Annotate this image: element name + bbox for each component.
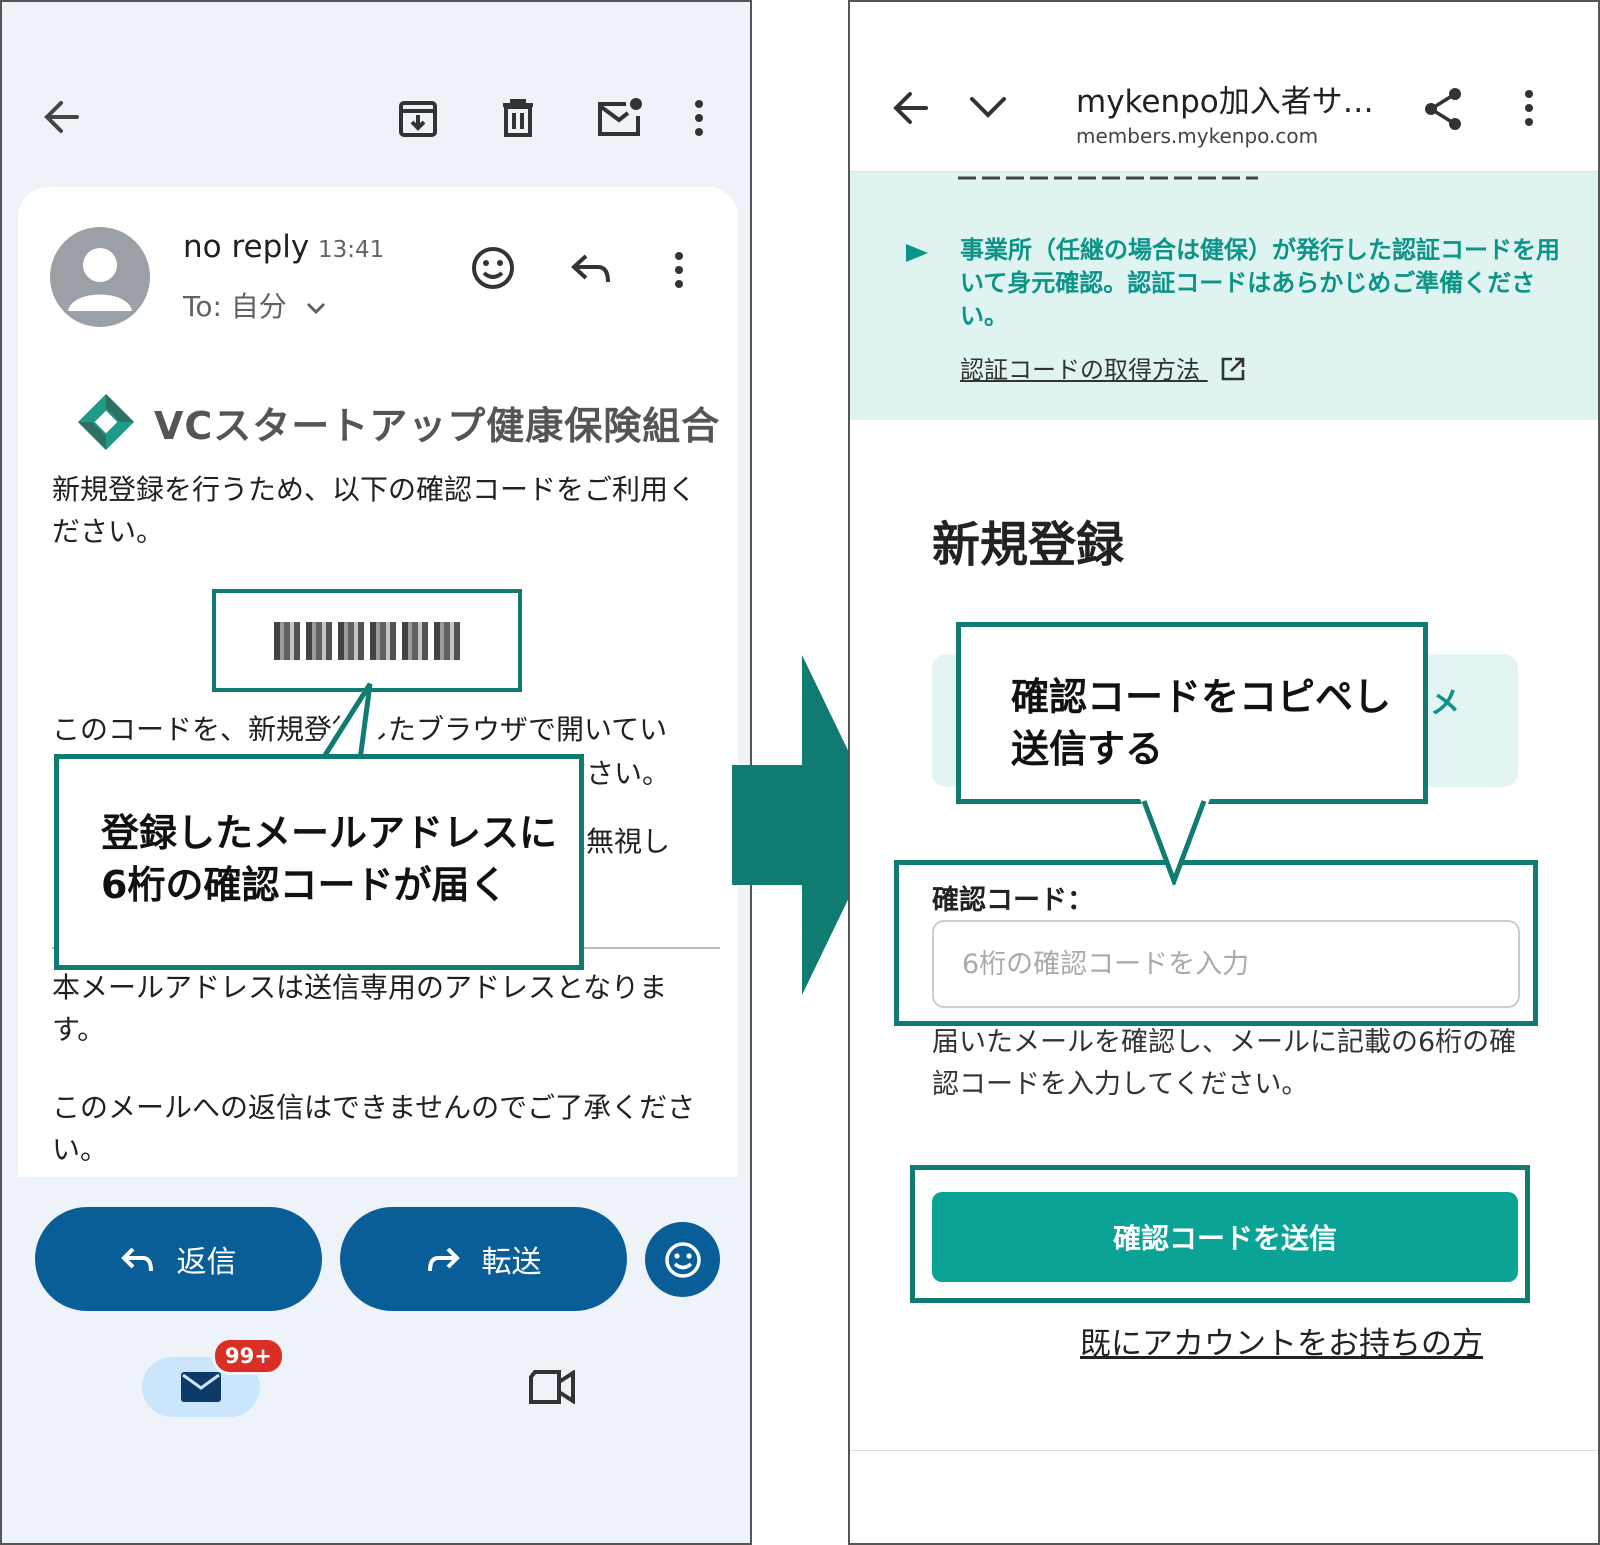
callout-pointer (1140, 799, 1210, 885)
back-arrow-icon[interactable] (886, 86, 934, 130)
email-intro-text: 新規登録を行うため、以下の確認コードをご利用ください。 (52, 473, 697, 548)
submit-code-button[interactable]: 確認コードを送信 (932, 1192, 1518, 1282)
info-panel: 事業所（任継の場合は健保）が発行した認証コードを用いて身元確認。認証コードはあら… (850, 172, 1598, 420)
bullet-triangle-icon (906, 244, 928, 262)
blurred-code (274, 621, 460, 660)
callout-line: 送信する (1011, 727, 1164, 771)
verification-help-text: 届いたメールを確認し、メールに記載の6桁の確認コードを入力してください。 (932, 1027, 1517, 1100)
callout-copy-paste-send: 確認コードをコピペし 送信する (956, 622, 1428, 804)
callout-line: 登録したメールアドレスに (101, 811, 558, 855)
avatar (50, 227, 150, 327)
sender-name: no reply (183, 229, 310, 265)
forward-button[interactable]: 転送 (340, 1207, 627, 1311)
archive-icon[interactable] (392, 92, 444, 144)
forward-label: 転送 (481, 1245, 542, 1280)
info-text: 事業所（任継の場合は健保）が発行した認証コードを用いて身元確認。認証コードはあら… (960, 236, 1560, 330)
callout-pointer (302, 682, 382, 762)
existing-account-link[interactable]: 既にアカウントをお持ちの方 (1080, 1318, 1483, 1363)
email-notice-sender-only: 本メールアドレスは送信専用のアドレスとなります。 (52, 971, 668, 1046)
browser-page-title: mykenpo加入者サ… (1076, 84, 1374, 120)
page-title: 新規登録 (932, 517, 1125, 573)
verification-code-box (212, 589, 522, 692)
mark-unread-icon[interactable] (592, 90, 648, 146)
email-notice-no-reply: このメールへの返信はできませんのでご了承ください。 (52, 1091, 696, 1166)
callout-line: 6桁の確認コードが届く (101, 863, 508, 907)
recipient-line[interactable]: To: 自分 (183, 285, 326, 325)
chip-mark: メ (1430, 686, 1460, 721)
org-logo-icon (78, 394, 134, 450)
forward-icon (427, 1247, 460, 1272)
share-icon[interactable] (1418, 84, 1468, 134)
unread-count-badge: 99+ (212, 1337, 285, 1375)
auth-code-help-link[interactable]: 認証コードの取得方法 (960, 350, 1246, 385)
chevron-down-icon[interactable] (964, 86, 1012, 130)
mail-icon (181, 1372, 221, 1402)
email-app-screen: no reply 13:41 To: 自分 VCスタートアップ健康保険組合 新規… (0, 0, 752, 1545)
cutoff-link-text (958, 176, 1258, 180)
browser-url[interactable]: members.mykenpo.com (1076, 124, 1318, 148)
org-name: VCスタートアップ健康保険組合 (154, 403, 721, 448)
more-vert-icon[interactable] (684, 92, 714, 144)
video-camera-icon (529, 1370, 575, 1404)
auth-code-help-link-label: 認証コードの取得方法 (960, 356, 1200, 384)
bottom-nav (2, 1327, 750, 1427)
browser-screen: 事業所（任継の場合は健保）が発行した認証コードを用いて身元確認。認証コードはあら… (848, 0, 1600, 1545)
reply-icon[interactable] (566, 245, 616, 291)
emoji-react-icon[interactable] (468, 243, 518, 293)
chevron-down-icon (306, 302, 325, 315)
nav-meet-tab[interactable] (527, 1367, 577, 1407)
message-time: 13:41 (318, 237, 385, 263)
reply-button[interactable]: 返信 (35, 1207, 322, 1311)
more-vert-icon[interactable] (1514, 86, 1544, 130)
callout-line: 確認コードをコピペし (1011, 675, 1392, 719)
reply-icon (120, 1247, 153, 1272)
org-logo-row: VCスタートアップ健康保険組合 (76, 392, 720, 452)
input-highlight-frame (894, 860, 1538, 1026)
reply-label: 返信 (176, 1245, 237, 1280)
emoji-reply-button[interactable] (645, 1222, 720, 1297)
browser-toolbar: mykenpo加入者サ… members.mykenpo.com (850, 2, 1598, 172)
email-bottom-bar: 返信 転送 99+ (2, 1177, 750, 1543)
callout-email-code-arrives: 登録したメールアドレスに 6桁の確認コードが届く (54, 754, 584, 970)
back-arrow-icon[interactable] (36, 92, 86, 142)
delete-icon[interactable] (492, 92, 544, 144)
divider (850, 1450, 1598, 1451)
external-link-icon (1221, 357, 1244, 381)
email-toolbar (2, 82, 750, 152)
emoji-icon (664, 1241, 701, 1278)
recipient-label: To: 自分 (183, 290, 287, 323)
message-more-icon[interactable] (664, 245, 694, 295)
